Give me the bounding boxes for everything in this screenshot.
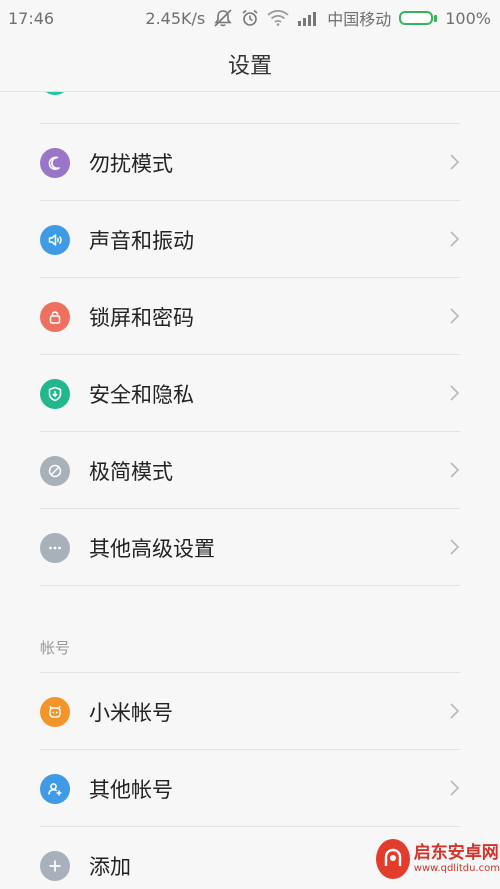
watermark: 启东安卓网 www.qdlitdu.com (370, 829, 500, 889)
watermark-logo-icon (376, 839, 410, 879)
divider (40, 585, 460, 586)
settings-item-sound-vibration[interactable]: 声音和振动 (0, 201, 500, 278)
settings-item-label: 其他帐号 (89, 777, 173, 802)
user-add-icon (40, 773, 70, 804)
status-right: 2.45K/s 中国移动 100% (145, 6, 491, 30)
page-title: 设置 (227, 53, 272, 79)
lock-icon (40, 301, 70, 332)
settings-item-label: 小米帐号 (89, 700, 173, 725)
chevron-right-icon (450, 780, 460, 796)
wifi-icon (267, 10, 289, 26)
watermark-name: 启东安卓网 (413, 843, 499, 864)
mi-account-icon (40, 696, 70, 727)
watermark-url: www.qdlitdu.com (413, 862, 500, 874)
battery-icon (399, 11, 438, 25)
settings-item-security-privacy[interactable]: 安全和隐私 (0, 355, 500, 432)
status-time: 17:46 (8, 8, 55, 28)
settings-item-advanced[interactable]: 其他高级设置 (0, 509, 500, 586)
minimal-mode-icon (40, 455, 70, 486)
chevron-right-icon (450, 231, 460, 247)
battery-percent: 100% (445, 8, 491, 28)
settings-item-wallpaper[interactable]: 壁纸 (0, 91, 500, 118)
settings-item-label: 其他高级设置 (89, 536, 215, 561)
settings-item-other-accounts[interactable]: 其他帐号 (0, 750, 500, 827)
settings-item-label: 勿扰模式 (89, 151, 173, 176)
chevron-right-icon (450, 154, 460, 170)
settings-item-minimal-mode[interactable]: 极简模式 (0, 432, 500, 509)
settings-item-label: 添加 (89, 854, 131, 879)
settings-item-label: 安全和隐私 (89, 382, 194, 407)
settings-item-lock-screen[interactable]: 锁屏和密码 (0, 278, 500, 355)
plus-icon (40, 850, 70, 881)
chevron-right-icon (450, 308, 460, 324)
page-header: 设置 (0, 36, 500, 92)
chevron-right-icon (450, 385, 460, 401)
settings-item-label: 锁屏和密码 (89, 305, 194, 330)
speaker-icon (40, 224, 70, 255)
network-speed: 2.45K/s (145, 8, 206, 28)
shield-icon (40, 378, 70, 409)
chevron-right-icon (450, 539, 460, 555)
chevron-right-icon (450, 703, 460, 719)
signal-icon (297, 11, 319, 26)
mute-icon (213, 9, 233, 27)
settings-item-mi-account[interactable]: 小米帐号 (0, 673, 500, 750)
moon-icon (40, 147, 70, 178)
alarm-icon (241, 9, 259, 27)
settings-item-label: 声音和振动 (89, 228, 194, 253)
watermark-text: 启东安卓网 www.qdlitdu.com (414, 844, 500, 874)
section-header-accounts: 帐号 (40, 639, 71, 657)
settings-list[interactable]: 壁纸 勿扰模式 声音和振动 锁屏和密码 (0, 91, 500, 889)
settings-item-label: 极简模式 (89, 459, 173, 484)
more-icon (40, 532, 70, 563)
settings-item-do-not-disturb[interactable]: 勿扰模式 (0, 124, 500, 201)
carrier-name: 中国移动 (327, 10, 392, 29)
chevron-right-icon (450, 462, 460, 478)
status-bar: 17:46 2.45K/s 中国移动 100% (0, 0, 500, 36)
